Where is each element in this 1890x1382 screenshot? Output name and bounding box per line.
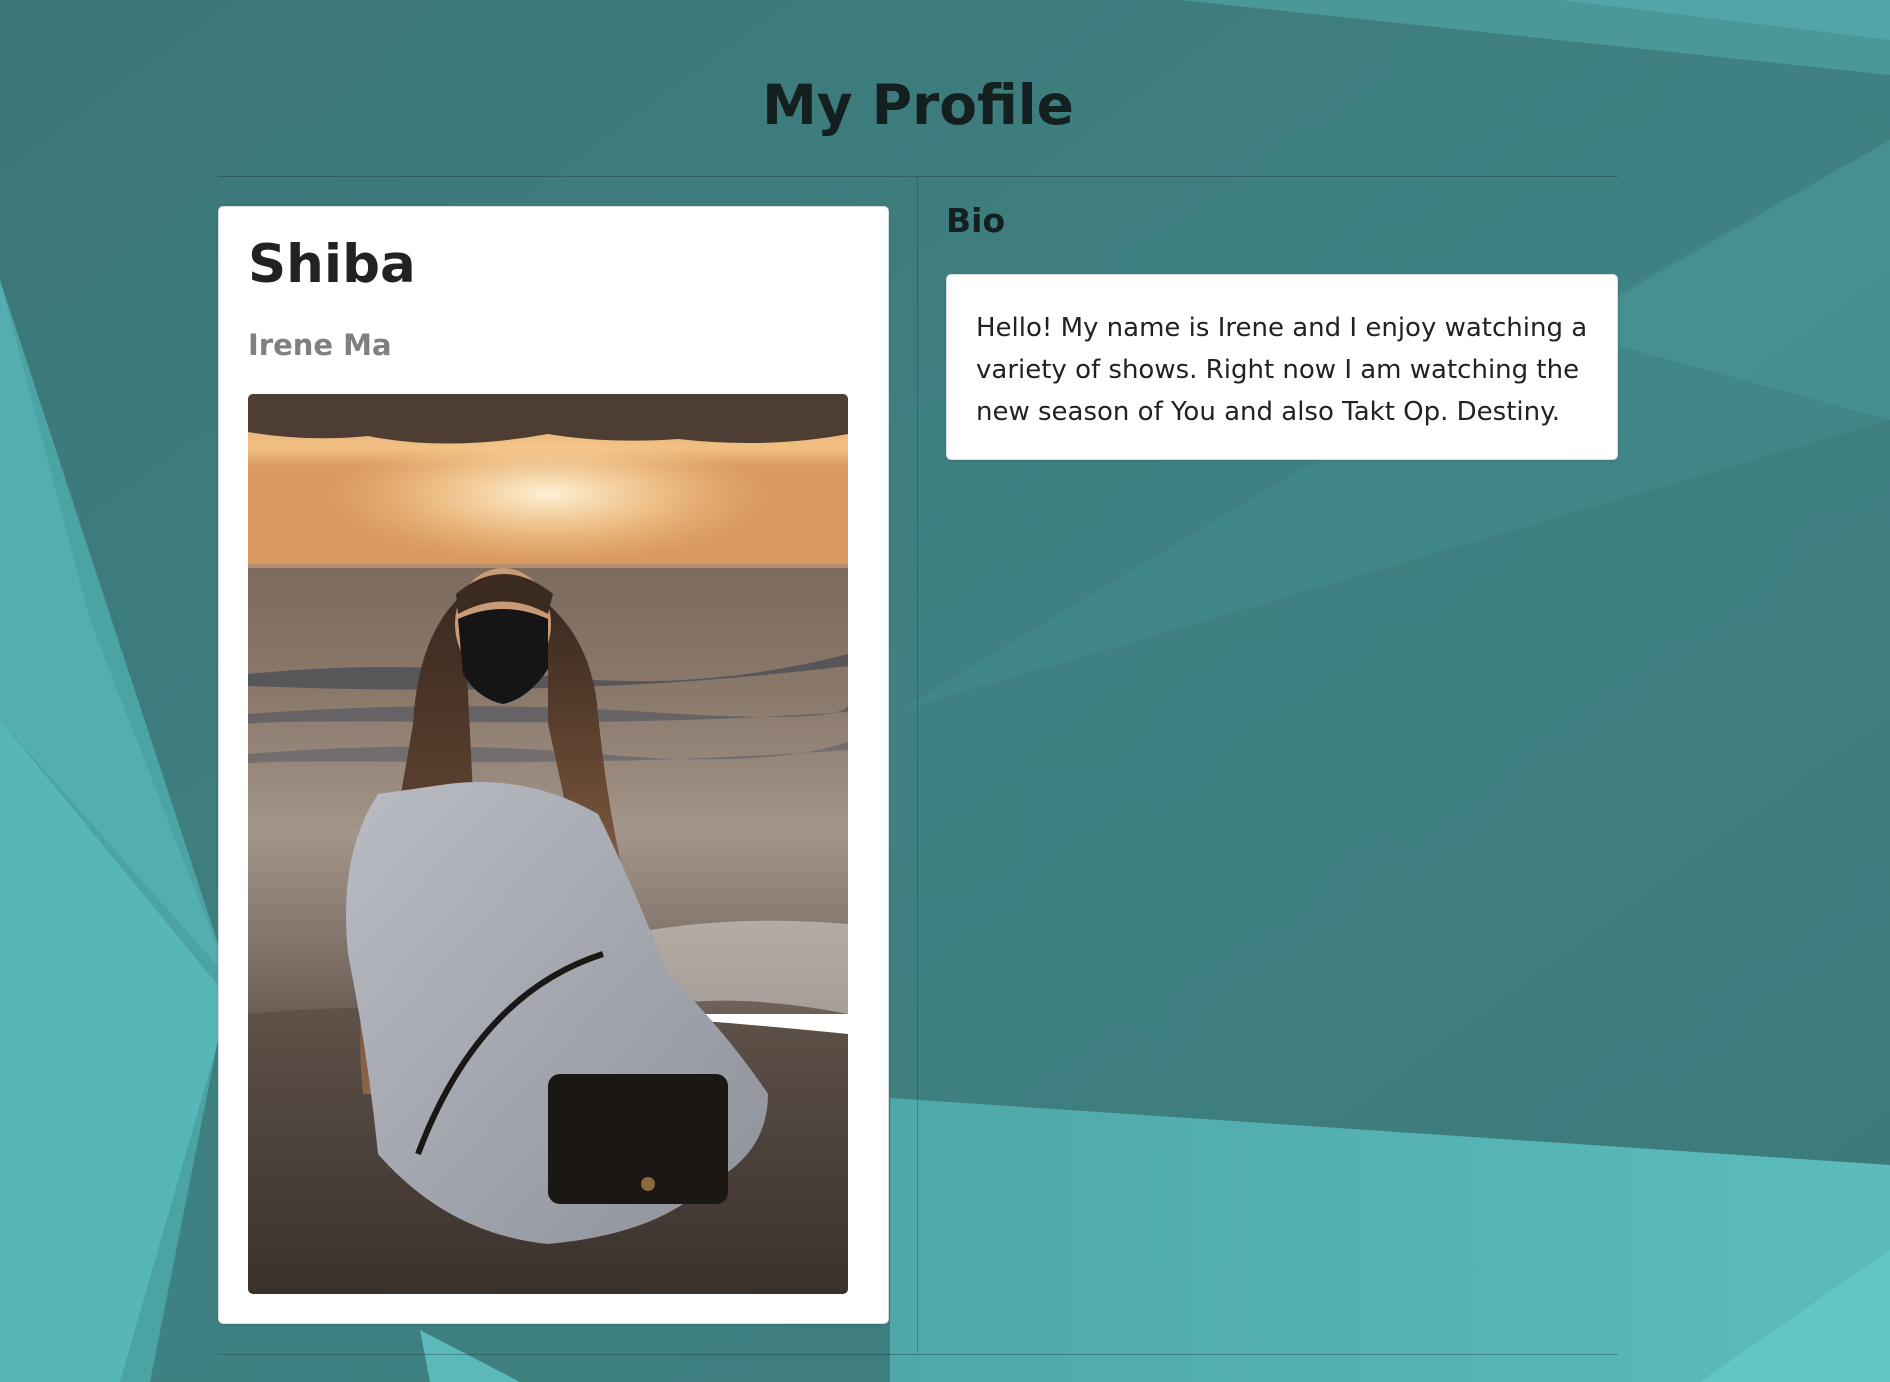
- top-divider: [218, 176, 1618, 177]
- profile-username: Shiba: [248, 234, 416, 295]
- profile-photo: [248, 394, 848, 1294]
- profile-photo-image: [248, 394, 848, 1294]
- page-title: My Profile: [762, 73, 1074, 137]
- bottom-divider: [218, 1354, 1618, 1355]
- profile-card: Shiba Irene Ma: [218, 206, 889, 1324]
- column-divider: [917, 177, 918, 1354]
- bio-heading: Bio: [946, 201, 1006, 240]
- profile-page: My Profile Shiba Irene Ma Bio Hello! My …: [0, 0, 1890, 1382]
- bio-text: Hello! My name is Irene and I enjoy watc…: [976, 313, 1588, 427]
- bio-card: Hello! My name is Irene and I enjoy watc…: [946, 274, 1618, 460]
- profile-full-name: Irene Ma: [248, 328, 392, 362]
